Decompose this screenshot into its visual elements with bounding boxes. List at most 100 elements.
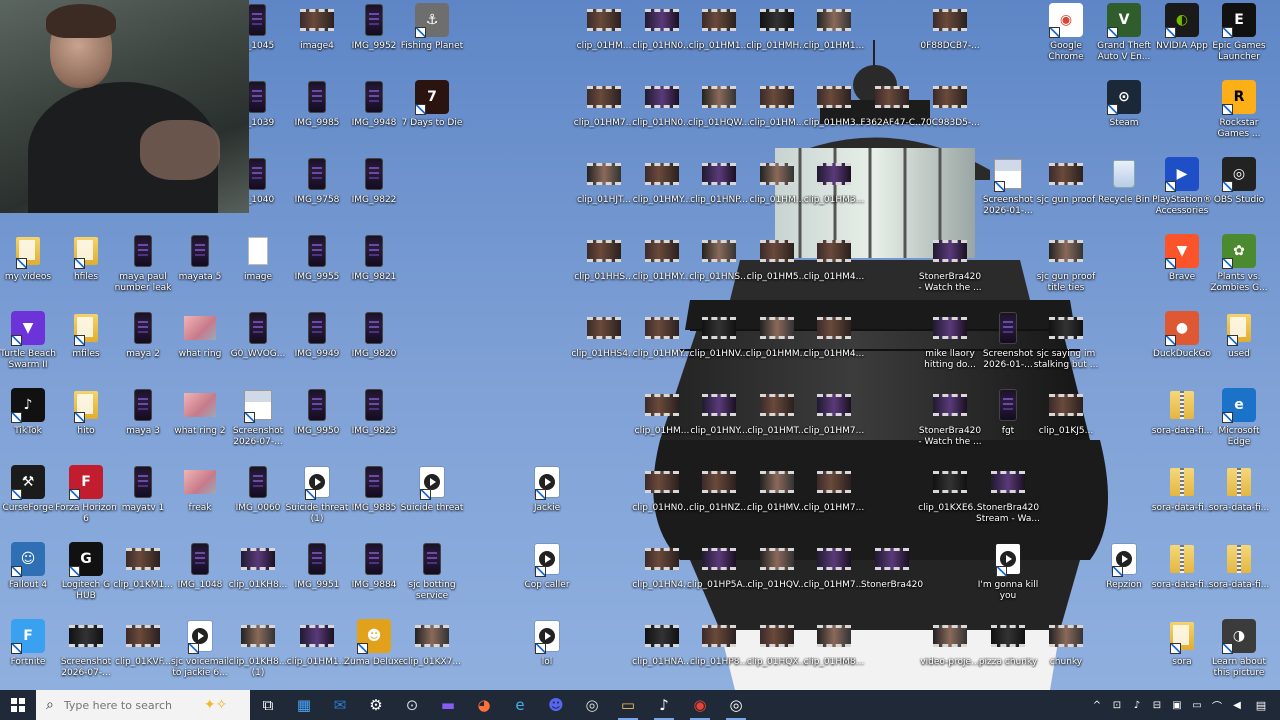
icon-suicide-threat-1[interactable]: Suicide threat (1) [285,464,349,525]
icon-clip-01km1[interactable]: clip_01KM1... [111,541,175,591]
icon-fortnite[interactable]: F Fortnite [0,618,60,668]
taskbar-outlook[interactable]: ✉ [322,690,358,720]
icon-clip-b2[interactable]: clip_01HN0... [630,79,694,129]
icon-learn-picture[interactable]: ◑ Learn about this picture [1207,618,1271,679]
icon-recycle-bin[interactable]: Recycle Bin [1092,156,1156,206]
icon-clip-g2[interactable]: clip_01HNZ... [687,464,751,514]
taskbar-edge[interactable]: e [502,690,538,720]
icon-clip-b5[interactable]: clip_01HM3... [802,79,866,129]
icon-screenshot-4[interactable]: Screenshot 2026-01-... [976,310,1040,371]
icon-clip-01kvf[interactable]: clip_01KVF... [111,618,175,668]
microphone-icon[interactable]: ♪ [1130,698,1144,712]
icon-clip-f1[interactable]: clip_01HM... [630,387,694,437]
icon-curseforge[interactable]: ⚒ CurseForge [0,464,60,514]
taskbar-settings[interactable]: ⚙ [358,690,394,720]
icon-mike-llaory[interactable]: mike llaory hitting do... [918,310,982,371]
icon-lol[interactable]: lol [515,618,579,668]
wifi-icon[interactable]: ⌒ [1210,698,1224,713]
icon-hfiles[interactable]: hfiles [54,233,118,283]
icon-img-1048[interactable]: IMG_1048 [168,541,232,591]
icon-clip-c2[interactable]: clip_01HMY... [630,156,694,206]
icon-img-0060[interactable]: IMG_0060 [226,464,290,514]
icon-tiktok[interactable]: ♪ TikTok [0,387,60,437]
chevron-up-icon[interactable]: ^ [1090,698,1104,712]
icon-sora[interactable]: sora [1150,618,1214,668]
icon-maya-paul[interactable]: maya paul number leak [111,233,175,294]
icon-google-chrome[interactable]: ◉ Google Chrome [1034,2,1098,63]
taskbar-task-view[interactable]: ⧉ [250,690,286,720]
icon-7-days-to-die[interactable]: 7 7 Days to Die [400,79,464,129]
icon-clip-f3[interactable]: clip_01HMT... [745,387,809,437]
icon-sjc-voicemail[interactable]: sjc voicemail to jackie 6... [168,618,232,679]
icon-clip-i3[interactable]: clip_01HQX... [745,618,809,668]
icon-f362af47[interactable]: F362AF47-C... [860,79,924,129]
icon-clip-a5[interactable]: clip_01HM1... [802,2,866,52]
icon-clip-c3[interactable]: clip_01HNP... [687,156,751,206]
icon-img-9951[interactable]: IMG_9951 [285,541,349,591]
icon-img-9884[interactable]: IMG_9884 [342,541,406,591]
icon-steam[interactable]: ⊙ Steam [1092,79,1156,129]
icon-jackie[interactable]: Jackie [515,464,579,514]
icon-image4[interactable]: image4 [285,2,349,52]
taskbar-tiktok[interactable]: ♪ [646,690,682,720]
icon-clip-f4[interactable]: clip_01HM7... [802,387,866,437]
icon-clip-a2[interactable]: clip_01HN0... [630,2,694,52]
icon-zuma-deluxe[interactable]: ☻ Zuma Deluxe [342,618,406,668]
icon-clip-01kxe6[interactable]: clip_01KXE6... [918,464,982,514]
icon-pvz[interactable]: ✿ Plants vs. Zombies G... [1207,233,1271,294]
search-highlight-icon[interactable]: ✦✧ [204,697,227,713]
icon-clip-i2[interactable]: clip_01HP8... [687,618,751,668]
icon-img-9820[interactable]: IMG_9820 [342,310,406,360]
taskbar-chrome[interactable]: ◉ [682,690,718,720]
icon-sora-4[interactable]: sora-data-fi... [1150,541,1214,591]
icon-obs-studio[interactable]: ◎ OBS Studio [1207,156,1271,206]
icon-sjc-botting[interactable]: sjc botting service [400,541,464,602]
icon-sjc-saying[interactable]: sjc saying im stalking but ... [1034,310,1098,371]
icon-suicide-threat[interactable]: Suicide threat [400,464,464,514]
icon-clip-01hm1[interactable]: clip_01HM1... [285,618,349,668]
icon-nvidia-app[interactable]: ◐ NVIDIA App [1150,2,1214,52]
icon-clip-a3[interactable]: clip_01HM1... [687,2,751,52]
icon-mayatv-1[interactable]: mayatv 1 [111,464,175,514]
icon-clip-e1[interactable]: clip_01HHS4... [571,310,637,360]
icon-what-ring[interactable]: what ring [168,310,232,360]
icon-img-9955[interactable]: IMG_9955 [285,233,349,283]
icon-stonerbra-3[interactable]: StonerBra420 [860,541,924,591]
taskbar-obs-2[interactable]: ◎ [718,690,754,720]
icon-g0-wvog[interactable]: G0_WVOG... [226,310,290,360]
icon-70c983d5[interactable]: 70C983D5-... [918,79,982,129]
icon-cop-caller[interactable]: Cop caller [515,541,579,591]
icon-rockstar[interactable]: R Rockstar Games ... [1207,79,1271,140]
icon-hito[interactable]: hito [54,387,118,437]
icon-freak[interactable]: freak [168,464,232,514]
icon-fishing-planet[interactable]: ⚓ Fishing Planet [400,2,464,52]
taskbar-search-box[interactable]: ⌕ ✦✧ [36,690,250,720]
icon-chunky[interactable]: chunky [1034,618,1098,668]
icon-sora-2[interactable]: sora-data-fi... [1150,464,1214,514]
icon-0f88dcb7[interactable]: 0F88DCB7-... [918,2,982,52]
icon-clip-b4[interactable]: clip_01HM... [745,79,809,129]
icon-screenshot-2[interactable]: Screenshot 2026-07-... [54,618,118,679]
icon-pizza-chunky[interactable]: pizza chunky [976,618,1040,668]
icon-clip-i4[interactable]: clip_01HM8... [802,618,866,668]
icon-clip-b1[interactable]: clip_01HM7... [572,79,636,129]
icon-used[interactable]: used [1207,310,1271,360]
icon-maya-2[interactable]: maya 2 [111,310,175,360]
notification-icon[interactable]: ▤ [1250,694,1272,716]
usb-icon[interactable]: ⊟ [1150,698,1164,712]
icon-clip-c1[interactable]: clip_01HJT... [572,156,636,206]
icon-ms-edge[interactable]: e Microsoft Edge [1207,387,1271,448]
taskbar-explorer[interactable]: ▭ [610,690,646,720]
icon-img-9948[interactable]: IMG_9948 [342,79,406,129]
icon-gta-v[interactable]: V Grand Theft Auto V En... [1092,2,1156,63]
icon-img-9821[interactable]: IMG_9821 [342,233,406,283]
icon-fallout-4[interactable]: ☺ Fallout 4 [0,541,60,591]
icon-what-ring-2[interactable]: what ring 2 [168,387,232,437]
icon-duckduckgo[interactable]: ● DuckDuckGo [1150,310,1214,360]
icon-img-9823[interactable]: IMG_9823 [342,387,406,437]
icon-sora-5[interactable]: sora-data-fi... [1207,541,1271,591]
icon-sora-1[interactable]: sora-data-fi... [1150,387,1214,437]
icon-clip-g3[interactable]: clip_01HMV... [745,464,809,514]
icon-maya-3[interactable]: maya 3 [111,387,175,437]
icon-clip-d5[interactable]: clip_01HM4... [802,233,866,283]
